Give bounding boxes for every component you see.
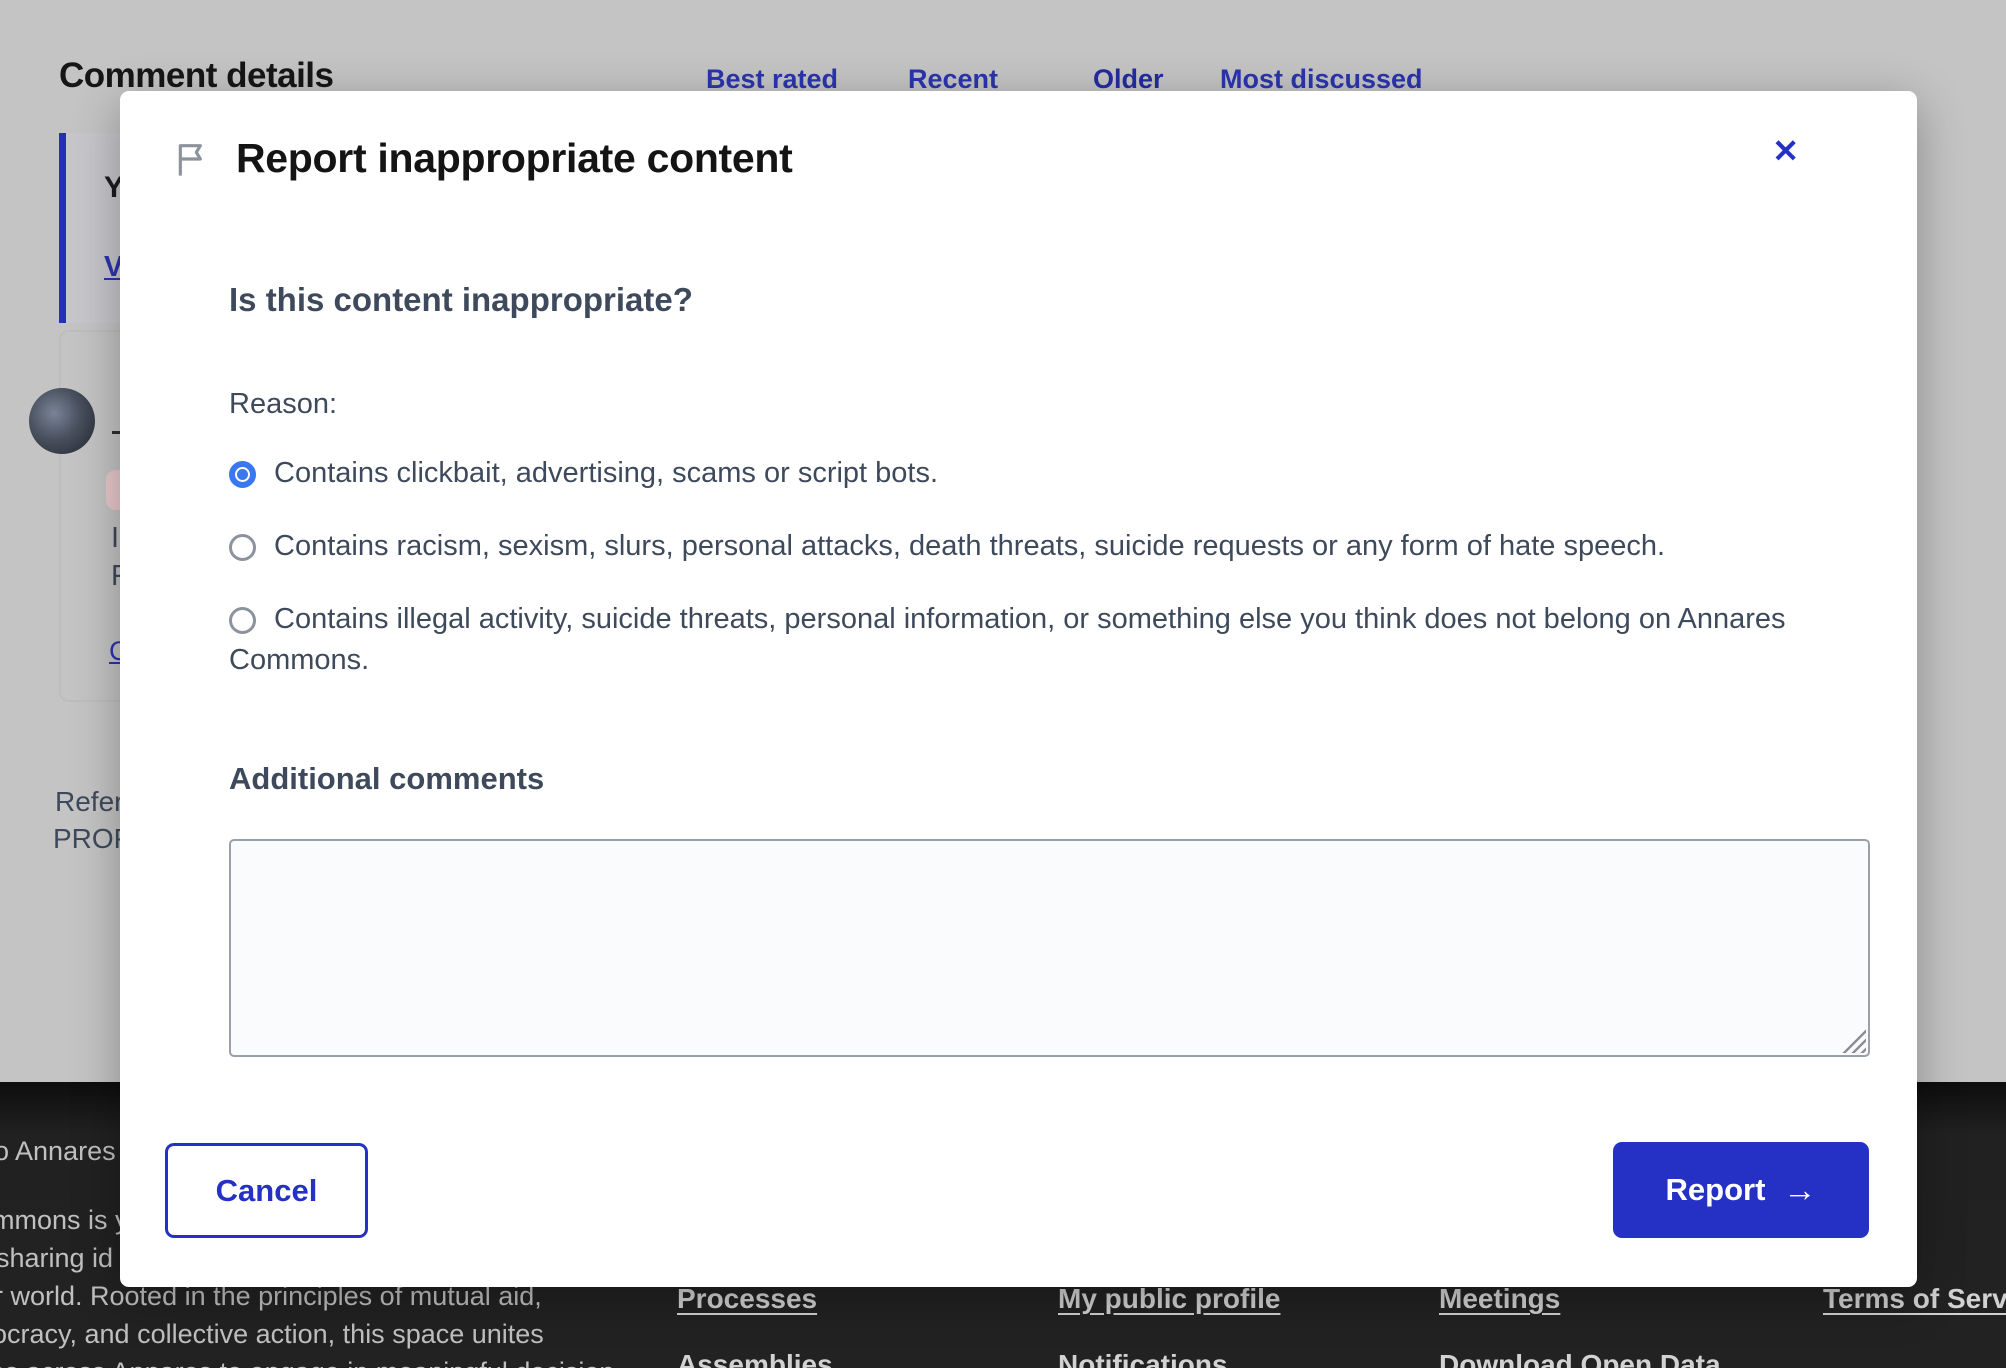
report-modal: Report inappropriate content ✕ Is this c… (120, 91, 1917, 1287)
footer-link-processes[interactable]: Processes (677, 1283, 817, 1315)
footer-about-line: ocracy, and collective action, this spac… (0, 1319, 544, 1350)
footer-link-notifications[interactable]: Notifications (1058, 1349, 1228, 1368)
page-title: Comment details (59, 56, 334, 96)
comment-text-fragment-1: I (111, 522, 119, 555)
footer-link-terms-of-service[interactable]: Terms of Serv (1823, 1283, 2006, 1315)
arrow-right-icon: → (1783, 1171, 1816, 1209)
additional-comments-textarea[interactable] (229, 839, 1870, 1057)
footer-link-assemblies[interactable]: Assemblies (677, 1349, 833, 1368)
reason-options: Contains clickbait, advertising, scams o… (229, 453, 1839, 713)
flag-icon (172, 139, 212, 179)
close-icon[interactable]: ✕ (1772, 135, 1799, 167)
footer-about-line: mmons is y (0, 1205, 129, 1236)
radio-unselected-icon[interactable] (229, 534, 256, 561)
reference-line-1: Refer (55, 786, 123, 818)
reason-option-label: Contains clickbait, advertising, scams o… (274, 457, 938, 489)
footer-link-my-public-profile[interactable]: My public profile (1058, 1283, 1280, 1315)
reason-option-spam[interactable]: Contains clickbait, advertising, scams o… (229, 453, 1839, 494)
radio-unselected-icon[interactable] (229, 607, 256, 634)
report-modal-header: Report inappropriate content (172, 135, 793, 182)
additional-comments-label: Additional comments (229, 761, 544, 797)
footer-link-download-open-data[interactable]: Download Open Data (1439, 1349, 1721, 1368)
cancel-button[interactable]: Cancel (165, 1143, 368, 1238)
footer-about-line: es across Annares to engage in meaningfu… (0, 1357, 623, 1368)
reason-option-label: Contains racism, sexism, slurs, personal… (274, 530, 1665, 562)
reason-option-label: Contains illegal activity, suicide threa… (229, 603, 1786, 676)
radio-selected-icon[interactable] (229, 461, 256, 488)
reason-option-hate-speech[interactable]: Contains racism, sexism, slurs, personal… (229, 526, 1839, 567)
report-question: Is this content inappropriate? (229, 281, 693, 319)
report-modal-title: Report inappropriate content (236, 135, 793, 182)
footer-link-meetings[interactable]: Meetings (1439, 1283, 1560, 1315)
reason-label: Reason: (229, 388, 337, 421)
avatar (29, 388, 95, 454)
screen: Comment details Best rated Recent Older … (0, 0, 2006, 1368)
report-button-label: Report (1666, 1172, 1766, 1208)
reason-option-does-not-belong[interactable]: Contains illegal activity, suicide threa… (229, 599, 1839, 681)
additional-comments-field-wrap (229, 839, 1870, 1057)
footer-about-line: sharing id (0, 1243, 113, 1274)
report-button[interactable]: Report → (1613, 1142, 1869, 1238)
